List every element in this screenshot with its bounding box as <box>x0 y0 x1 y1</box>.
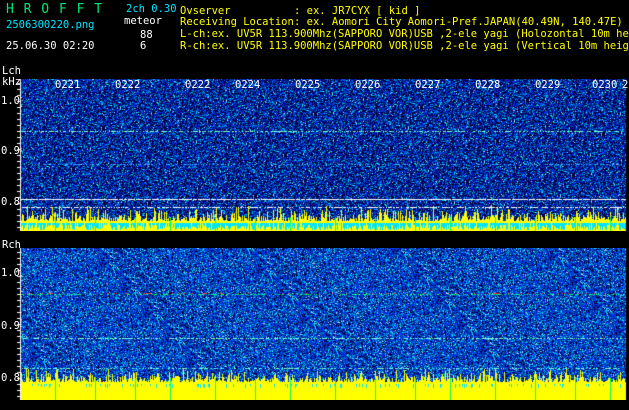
time-tick-label: 0226 <box>355 79 381 91</box>
time-tick-label: 0221 <box>55 79 81 91</box>
freq-tick-label: 0.9 <box>1 320 20 332</box>
time-tick-label: 0229 <box>535 79 561 91</box>
time-tick-label: 0222 <box>185 79 211 91</box>
location-value: : ex. Aomori City Aomori-Pref.JAPAN(40.4… <box>294 16 623 28</box>
file-name: 2506300220.png <box>6 19 95 31</box>
time-tick-label: 0228 <box>475 79 501 91</box>
freq-tick-label: 0.8 <box>1 372 20 384</box>
freq-tick-label: 1.0 <box>1 267 20 279</box>
observer-label: Ovserver <box>180 5 231 17</box>
time-tick-label: 0224 <box>235 79 261 91</box>
channel-mode: 2ch 0.30 <box>126 3 177 15</box>
freq-tick-label: 0.9 <box>1 145 20 157</box>
location-label: Receiving Location <box>180 16 294 28</box>
time-tick-label: 0222 <box>115 79 141 91</box>
rch-count: 6 <box>140 40 147 52</box>
rch-spectrogram <box>0 248 629 400</box>
time-tick-label: 0225 <box>295 79 321 91</box>
time-tick-label: 0230 <box>592 79 618 91</box>
lch-spectrogram <box>0 79 629 231</box>
time-tick-label: 0227 <box>415 79 441 91</box>
lch-description: L-ch:ex. UV5R 113.900Mhz(SAPPORO VOR)USB… <box>180 29 629 40</box>
lch-label: Lch <box>2 65 21 77</box>
lch-count: 88 <box>140 29 153 41</box>
observer-value: : ex. JR7CYX [ kid ] <box>294 5 421 17</box>
time-tick-label: 2 <box>622 79 629 91</box>
freq-tick-label: 1.0 <box>1 95 20 107</box>
file-datetime: 25.06.30 02:20 <box>6 40 95 52</box>
rch-description: R-ch:ex. UV5R 113.900Mhz(SAPPORO VOR)USB… <box>180 41 629 52</box>
mode-label: meteor <box>124 15 162 27</box>
app-title: H R O F F T <box>6 2 104 17</box>
freq-tick-label: 0.8 <box>1 196 20 208</box>
